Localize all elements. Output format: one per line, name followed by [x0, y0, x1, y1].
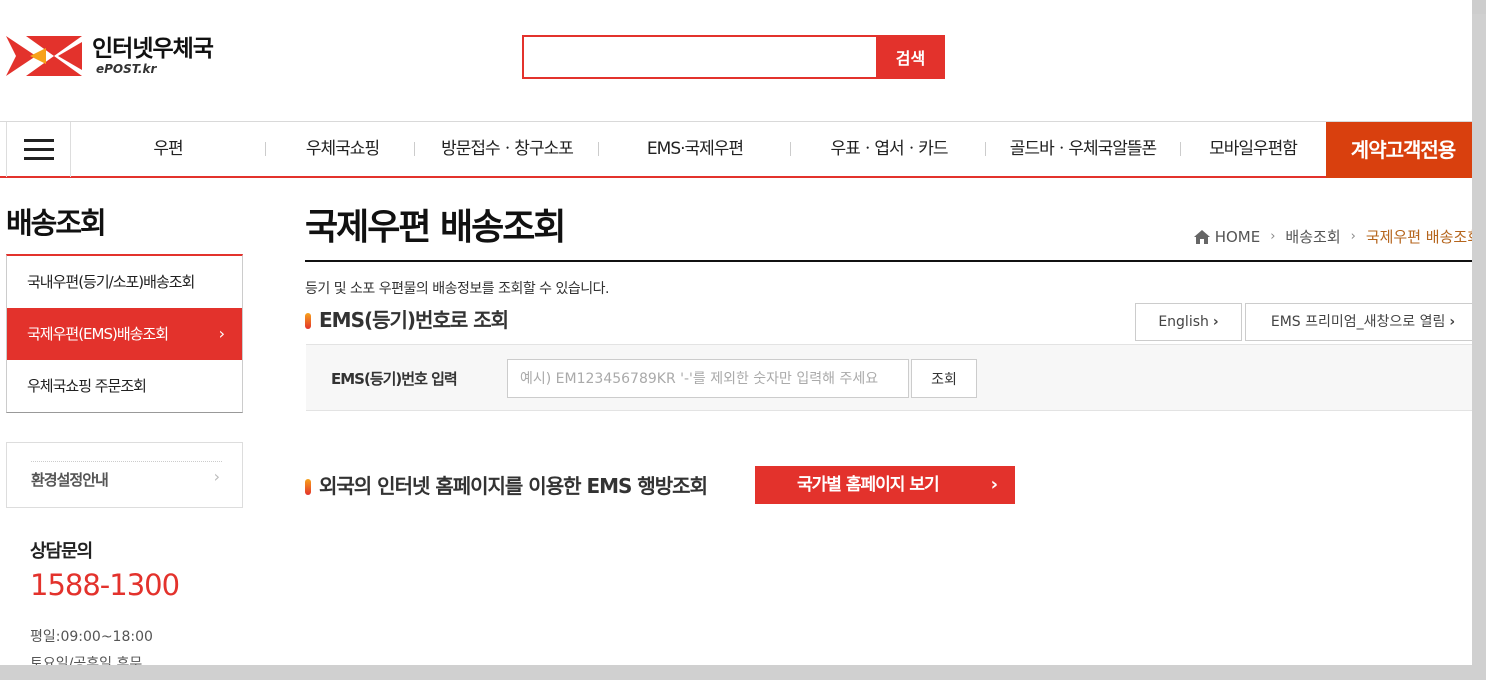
chevron-right-icon: ›: [990, 474, 998, 495]
gnb-item-shopping[interactable]: 우체국쇼핑: [285, 122, 400, 177]
lnb-item-label: 국내우편(등기/소포)배송조회: [27, 273, 195, 291]
breadcrumb-current: 국제우편 배송조회: [1365, 228, 1472, 246]
section-ems-number-title: EMS(등기)번호로 조회: [305, 304, 509, 333]
epost-logo-icon: [6, 36, 82, 76]
settings-guide-label: 환경설정안내: [31, 471, 109, 489]
search-input[interactable]: [522, 35, 876, 79]
gnb-item-stamps[interactable]: 우표ㆍ엽서ㆍ카드: [805, 122, 973, 177]
english-button[interactable]: English ›: [1135, 303, 1242, 341]
hamburger-menu-icon[interactable]: [6, 122, 71, 177]
epost-logo[interactable]: 인터넷우체국 ePOST.kr: [6, 34, 214, 78]
gnb-separator: [265, 142, 266, 156]
gnb-item-mobile-mailbox[interactable]: 모바일우편함: [1192, 122, 1314, 177]
logo-title: 인터넷우체국: [92, 36, 214, 62]
customer-service-hours-weekday: 평일:09:00~18:00: [30, 629, 153, 645]
global-nav: 우편 우체국쇼핑 방문접수ㆍ창구소포 EMS·국제우편 우표ㆍ엽서ㆍ카드 골드바…: [0, 121, 1472, 178]
customer-service-hours-weekend: 토요일/공휴일 휴무: [30, 656, 143, 665]
gnb-separator: [985, 142, 986, 156]
dotted-divider: [31, 461, 222, 462]
lnb-item-domestic[interactable]: 국내우편(등기/소포)배송조회: [7, 256, 242, 308]
ems-lookup-form: EMS(등기)번호 입력 조회: [306, 344, 1472, 411]
bullet-icon: [305, 313, 311, 329]
gnb-item-mail[interactable]: 우편: [118, 122, 218, 177]
chevron-right-icon: ›: [1449, 314, 1456, 330]
lnb-menu: 국내우편(등기/소포)배송조회 국제우편(EMS)배송조회 › 우체국쇼핑 주문…: [6, 254, 243, 413]
section-title-text: EMS(등기)번호로 조회: [319, 308, 509, 332]
vertical-scrollbar[interactable]: [1472, 14, 1486, 665]
lnb-title: 배송조회: [6, 206, 107, 240]
gnb-separator: [598, 142, 599, 156]
home-icon: [1193, 229, 1210, 244]
customer-service-phone: 1588-1300: [30, 568, 180, 602]
breadcrumb-delivery[interactable]: 배송조회: [1285, 226, 1340, 247]
english-button-label: English: [1158, 314, 1209, 330]
breadcrumb-home[interactable]: HOME: [1215, 228, 1261, 246]
gnb-item-visit-pickup[interactable]: 방문접수ㆍ창구소포: [427, 122, 587, 177]
lnb-item-label: 우체국쇼핑 주문조회: [27, 377, 147, 395]
gnb-item-goldbar[interactable]: 골드바ㆍ우체국알뜰폰: [997, 122, 1169, 177]
ems-premium-button-label: EMS 프리미엄_새창으로 열림: [1270, 314, 1446, 330]
lnb-item-label: 국제우편(EMS)배송조회: [27, 325, 169, 343]
page: 인터넷우체국 ePOST.kr 검색 우편 우체국쇼핑 방문접수ㆍ창구소포 EM…: [0, 0, 1472, 665]
ems-premium-button[interactable]: EMS 프리미엄_새창으로 열림 ›: [1245, 303, 1472, 341]
section-foreign-tracking-title: 외국의 인터넷 홈페이지를 이용한 EMS 행방조회: [305, 470, 708, 499]
lnb-item-shopping-order[interactable]: 우체국쇼핑 주문조회: [7, 360, 242, 412]
lnb-item-international[interactable]: 국제우편(EMS)배송조회 ›: [7, 308, 242, 360]
gnb-separator: [790, 142, 791, 156]
customer-service-title: 상담문의: [30, 541, 93, 562]
title-divider: [305, 260, 1472, 262]
ems-number-input[interactable]: [507, 359, 909, 398]
lookup-button[interactable]: 조회: [911, 359, 977, 398]
country-homepage-button[interactable]: 국가별 홈페이지 보기 ›: [755, 466, 1015, 504]
page-description: 등기 및 소포 우편물의 배송정보를 조회할 수 있습니다.: [305, 281, 609, 297]
horizontal-scrollbar[interactable]: [0, 665, 1486, 680]
breadcrumb: HOME › 배송조회 › 국제우편 배송조회: [1193, 226, 1472, 247]
gnb-separator: [1180, 142, 1181, 156]
chevron-right-icon: ›: [213, 467, 220, 486]
breadcrumb-separator-icon: ›: [1350, 229, 1356, 244]
bullet-icon: [305, 479, 311, 495]
page-title: 국제우편 배송조회: [305, 207, 566, 248]
chevron-right-icon: ›: [218, 324, 225, 343]
section-title-text: 외국의 인터넷 홈페이지를 이용한 EMS 행방조회: [319, 474, 708, 498]
contract-customer-button[interactable]: 계약고객전용: [1326, 122, 1472, 178]
ems-number-label: EMS(등기)번호 입력: [331, 370, 458, 388]
chevron-right-icon: ›: [1212, 314, 1219, 330]
logo-subtitle: ePOST.kr: [96, 62, 157, 76]
settings-guide-link[interactable]: 환경설정안내 ›: [6, 442, 243, 508]
gnb-item-ems[interactable]: EMS·국제우편: [620, 122, 770, 177]
gnb-separator: [414, 142, 415, 156]
country-homepage-button-label: 국가별 홈페이지 보기: [797, 475, 940, 495]
search-button[interactable]: 검색: [876, 35, 945, 79]
breadcrumb-separator-icon: ›: [1270, 229, 1276, 244]
search-bar: 검색: [522, 35, 945, 79]
